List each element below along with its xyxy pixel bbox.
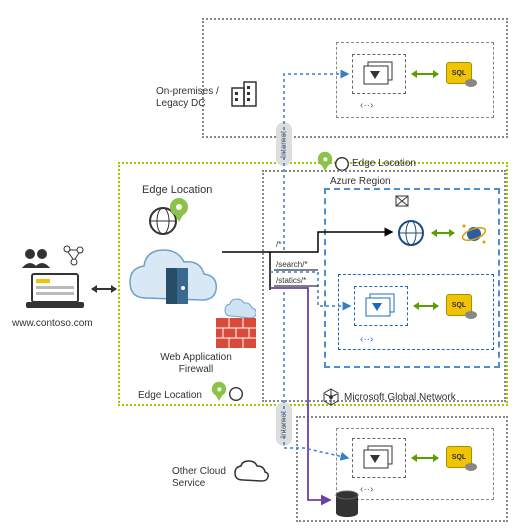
bidirectional-arrow bbox=[414, 305, 438, 307]
vm-stack-icon bbox=[354, 286, 408, 326]
edge-location-top-label: Edge Location bbox=[352, 158, 416, 170]
vm-stack-icon bbox=[352, 438, 406, 478]
route-root-label: /* bbox=[276, 240, 281, 249]
bidirectional-arrow bbox=[412, 457, 438, 459]
edge-location-main-label: Edge Location bbox=[142, 184, 212, 197]
internet-pill-bottom: Internet bbox=[276, 402, 292, 446]
onprem-label: On-premises / Legacy DC bbox=[156, 86, 219, 110]
waf-label: Web Application Firewall bbox=[146, 352, 246, 376]
azure-region-label: Azure Region bbox=[330, 176, 391, 188]
firewall-icon bbox=[216, 318, 256, 348]
building-icon bbox=[230, 80, 258, 108]
sql-database-icon: SQL bbox=[446, 294, 472, 316]
bidirectional-arrow bbox=[92, 288, 116, 290]
globe-icon bbox=[226, 384, 246, 404]
svg-text:‹··›: ‹··› bbox=[360, 484, 373, 494]
front-door-cloud-icon bbox=[126, 248, 222, 318]
sql-database-icon: SQL bbox=[446, 62, 472, 84]
bidirectional-arrow bbox=[412, 73, 438, 75]
location-pin-icon bbox=[170, 198, 188, 216]
bidirectional-arrow bbox=[432, 232, 454, 234]
other-cloud-label: Other Cloud Service bbox=[172, 466, 226, 490]
laptop-icon bbox=[24, 272, 86, 312]
microsoft-global-network-label: Microsoft Global Network bbox=[344, 392, 456, 404]
internet-pill-top: Internet bbox=[276, 122, 292, 166]
svg-text:‹··›: ‹··› bbox=[360, 334, 373, 344]
route-statics-label: /statics/* bbox=[276, 276, 306, 285]
users-icon bbox=[20, 246, 60, 270]
cosmos-db-icon bbox=[460, 220, 488, 248]
network-hexagon-icon bbox=[322, 388, 340, 406]
web-app-globe-icon bbox=[396, 218, 426, 248]
route-search-label: /search/* bbox=[276, 260, 308, 269]
sql-database-icon: SQL bbox=[446, 446, 472, 468]
url-label: www.contoso.com bbox=[12, 318, 93, 330]
scale-icon: ‹··› bbox=[360, 332, 394, 344]
vm-stack-icon bbox=[352, 54, 406, 94]
firewall-cloud-small-icon bbox=[224, 298, 256, 320]
cloud-outline-icon bbox=[234, 460, 270, 484]
scale-icon bbox=[394, 194, 410, 208]
graph-icon bbox=[62, 244, 86, 268]
database-cylinder-icon bbox=[334, 490, 360, 520]
svg-text:‹··›: ‹··› bbox=[360, 100, 373, 110]
scale-icon: ‹··› bbox=[360, 482, 390, 494]
edge-location-bottom-label: Edge Location bbox=[138, 390, 202, 402]
scale-icon: ‹··› bbox=[360, 98, 390, 110]
